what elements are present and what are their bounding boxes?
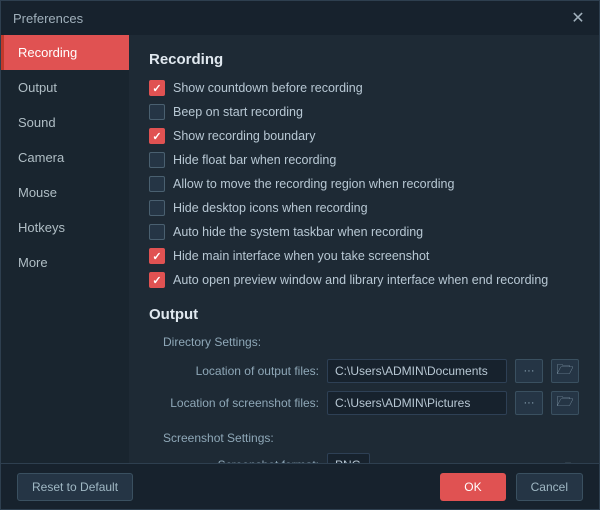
- checkbox-move-region-label: Allow to move the recording region when …: [173, 177, 454, 191]
- output-files-input[interactable]: [327, 359, 507, 383]
- preferences-dialog: Preferences ✕ Recording Output Sound Cam…: [0, 0, 600, 510]
- checkbox-main-interface: Hide main interface when you take screen…: [149, 248, 579, 264]
- output-title: Output: [149, 306, 579, 323]
- cancel-button[interactable]: Cancel: [516, 473, 583, 501]
- checkbox-desktop-icons-box[interactable]: [149, 200, 165, 216]
- chevron-down-icon: ▾: [565, 458, 571, 463]
- recording-title: Recording: [149, 51, 579, 68]
- output-files-label: Location of output files:: [149, 364, 319, 378]
- checkbox-auto-preview: Auto open preview window and library int…: [149, 272, 579, 288]
- checkbox-taskbar-label: Auto hide the system taskbar when record…: [173, 225, 423, 239]
- reset-button[interactable]: Reset to Default: [17, 473, 133, 501]
- checkbox-boundary-box[interactable]: [149, 128, 165, 144]
- main-content: Recording Output Sound Camera Mouse Hotk…: [1, 35, 599, 463]
- format-select-wrapper: PNG JPG BMP GIF ▾: [327, 453, 579, 463]
- checkbox-taskbar-box[interactable]: [149, 224, 165, 240]
- footer-right: OK Cancel: [440, 473, 583, 501]
- title-bar: Preferences ✕: [1, 1, 599, 35]
- ok-button[interactable]: OK: [440, 473, 505, 501]
- screenshot-files-row: Location of screenshot files: ··· 🗁: [149, 391, 579, 415]
- sidebar-item-output[interactable]: Output: [1, 70, 129, 105]
- checkbox-main-interface-box[interactable]: [149, 248, 165, 264]
- screenshot-section: Screenshot Settings: Screenshot format: …: [149, 431, 579, 463]
- checkbox-boundary: Show recording boundary: [149, 128, 579, 144]
- dialog-title: Preferences: [13, 11, 83, 26]
- footer: Reset to Default OK Cancel: [1, 463, 599, 509]
- checkbox-main-interface-label: Hide main interface when you take screen…: [173, 249, 429, 263]
- screenshot-files-label: Location of screenshot files:: [149, 396, 319, 410]
- sidebar: Recording Output Sound Camera Mouse Hotk…: [1, 35, 129, 463]
- close-button[interactable]: ✕: [569, 9, 587, 27]
- checkbox-auto-preview-label: Auto open preview window and library int…: [173, 273, 548, 287]
- checkbox-countdown: Show countdown before recording: [149, 80, 579, 96]
- checkbox-desktop-icons: Hide desktop icons when recording: [149, 200, 579, 216]
- checkbox-taskbar: Auto hide the system taskbar when record…: [149, 224, 579, 240]
- screenshot-files-folder-button[interactable]: 🗁: [551, 391, 579, 415]
- sidebar-item-sound[interactable]: Sound: [1, 105, 129, 140]
- checkbox-move-region: Allow to move the recording region when …: [149, 176, 579, 192]
- checkbox-beep-box[interactable]: [149, 104, 165, 120]
- sidebar-item-mouse[interactable]: Mouse: [1, 175, 129, 210]
- screenshot-title: Screenshot Settings:: [163, 431, 579, 445]
- format-select[interactable]: PNG JPG BMP GIF: [327, 453, 370, 463]
- checkbox-float-bar-box[interactable]: [149, 152, 165, 168]
- screenshot-files-dots-button[interactable]: ···: [515, 391, 543, 415]
- sidebar-item-more[interactable]: More: [1, 245, 129, 280]
- checkbox-auto-preview-box[interactable]: [149, 272, 165, 288]
- screenshot-files-input[interactable]: [327, 391, 507, 415]
- output-section: Output Directory Settings: Location of o…: [149, 306, 579, 415]
- checkbox-countdown-label: Show countdown before recording: [173, 81, 363, 95]
- output-files-dots-button[interactable]: ···: [515, 359, 543, 383]
- checkbox-boundary-label: Show recording boundary: [173, 129, 315, 143]
- sidebar-item-camera[interactable]: Camera: [1, 140, 129, 175]
- checkbox-beep-label: Beep on start recording: [173, 105, 303, 119]
- format-row: Screenshot format: PNG JPG BMP GIF ▾: [149, 453, 579, 463]
- sidebar-item-hotkeys[interactable]: Hotkeys: [1, 210, 129, 245]
- content-area: Recording Show countdown before recordin…: [129, 35, 599, 463]
- checkbox-beep: Beep on start recording: [149, 104, 579, 120]
- output-files-folder-button[interactable]: 🗁: [551, 359, 579, 383]
- checkbox-desktop-icons-label: Hide desktop icons when recording: [173, 201, 368, 215]
- sidebar-item-recording[interactable]: Recording: [1, 35, 129, 70]
- directory-title: Directory Settings:: [163, 335, 579, 349]
- checkbox-float-bar-label: Hide float bar when recording: [173, 153, 336, 167]
- checkbox-countdown-box[interactable]: [149, 80, 165, 96]
- checkbox-move-region-box[interactable]: [149, 176, 165, 192]
- checkbox-float-bar: Hide float bar when recording: [149, 152, 579, 168]
- output-files-row: Location of output files: ··· 🗁: [149, 359, 579, 383]
